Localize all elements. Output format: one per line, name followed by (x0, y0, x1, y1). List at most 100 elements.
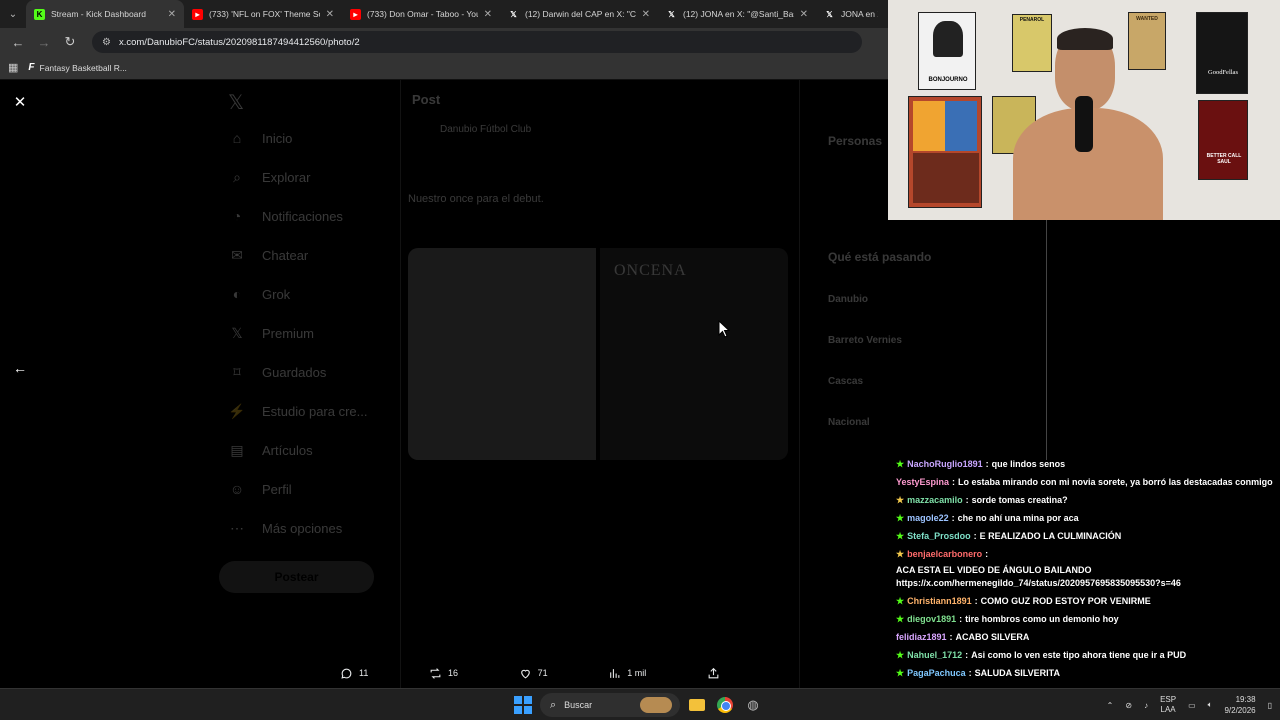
like-button[interactable]: 71 (519, 667, 548, 680)
close-icon[interactable]: ✕ (326, 9, 334, 20)
views-button[interactable]: 1 mil (608, 667, 646, 680)
chat-username[interactable]: magole22 (907, 512, 949, 525)
trend-item[interactable]: Barreto Vernies (828, 335, 902, 346)
chevron-up-icon[interactable]: ⌃ (1107, 701, 1114, 710)
site-info-icon[interactable]: ⚙ (102, 37, 111, 48)
chat-text: SALUDA SILVERITA (974, 668, 1060, 678)
tab-nfl-theme[interactable]: ▸ (733) 'NFL on FOX' Theme Song ✕ (184, 0, 342, 28)
volume-icon[interactable]: 🔈︎ (1208, 700, 1213, 710)
microphone-icon[interactable]: ♪ (1144, 701, 1148, 710)
trending-title: Qué está pasando (828, 250, 932, 264)
chat-message: ★ Stefa_Prosdoo: E REALIZADO LA CULMINACIÓ… (896, 530, 1276, 543)
trend-item[interactable]: Nacional (828, 417, 870, 428)
chat-username[interactable]: NachoRuglio1891 (907, 458, 983, 471)
tab-darwin-cap[interactable]: 𝕏 (12) Darwin del CAP en X: "Clar ✕ (500, 0, 658, 28)
bookmark-label: Fantasy Basketball R... (39, 62, 127, 73)
tab-search-button[interactable]: ⌄ (0, 0, 26, 28)
nav-estudio[interactable]: ⚡ Estudio para cre... (228, 403, 367, 420)
trend-item[interactable]: Danubio (828, 294, 868, 305)
previous-photo-button[interactable]: ← (12, 360, 28, 376)
app-button[interactable]: ◍ (742, 694, 764, 716)
reply-icon (341, 668, 352, 679)
forward-button[interactable]: → (34, 32, 54, 52)
bar-chart-icon (610, 668, 620, 678)
close-icon[interactable]: ✕ (642, 9, 650, 20)
nav-explorar[interactable]: ⌕ Explorar (228, 169, 310, 186)
tab-kick-dashboard[interactable]: K Stream - Kick Dashboard ✕ (26, 0, 184, 28)
chat-username[interactable]: Nahuel_1712 (907, 649, 962, 662)
post-button[interactable]: Postear (219, 561, 374, 593)
badge-star-icon: ★ (896, 513, 905, 523)
chat-username[interactable]: felidiaz1891 (896, 631, 947, 644)
close-icon[interactable]: ✕ (168, 9, 176, 20)
close-icon[interactable]: ✕ (484, 9, 492, 20)
share-button[interactable] (707, 667, 720, 680)
clock[interactable]: 19:38 9/2/2026 (1224, 694, 1255, 716)
mail-icon: ✉ (231, 247, 243, 263)
back-button[interactable]: ← (8, 32, 28, 52)
tab-jona-1[interactable]: 𝕏 (12) JONA en X: "@Santi_Bas_D ✕ (658, 0, 816, 28)
network-off-icon[interactable]: ⊘ (1125, 701, 1132, 710)
display-icon[interactable]: ▭ (1188, 701, 1196, 710)
chat-username[interactable]: diegov1891 (907, 613, 956, 626)
chat-username[interactable]: benjaelcarbonero (907, 548, 982, 561)
nav-grok[interactable]: ◐ Grok (228, 286, 290, 302)
media-photo-1[interactable] (408, 248, 596, 460)
chat-username[interactable]: mazzacamilo (907, 494, 963, 507)
notifications-icon[interactable]: ▯ (1268, 701, 1272, 710)
file-explorer-button[interactable] (686, 694, 708, 716)
taskbar-search[interactable]: ⌕ Buscar (540, 693, 680, 717)
nav-chatear[interactable]: ✉ Chatear (228, 247, 308, 264)
chat-username[interactable]: Christiann1891 (907, 595, 972, 608)
bookmark-fantasy-basketball[interactable]: F Fantasy Basketball R... (28, 62, 127, 73)
start-button[interactable] (512, 694, 534, 716)
grok-icon: ◐ (232, 286, 242, 302)
tab-jona-2[interactable]: 𝕏 JONA en X: "@ (816, 0, 886, 28)
x-logo-icon[interactable]: 𝕏 (228, 90, 244, 115)
chat-separator: : (949, 632, 953, 642)
tab-title: (733) Don Omar - Taboo - YouT (367, 9, 478, 19)
share-icon (708, 667, 719, 678)
media-photo-2[interactable]: ONCENA (600, 248, 788, 460)
chat-message: ★ benjaelcarbonero: ACA ESTA EL VIDEO DE Á… (896, 548, 1276, 590)
nav-mas-opciones[interactable]: ⋯ Más opciones (228, 520, 342, 537)
chrome-button[interactable] (714, 694, 736, 716)
reload-button[interactable]: ↻ (60, 32, 80, 52)
nav-premium[interactable]: 𝕏 Premium (228, 325, 314, 342)
nav-guardados[interactable]: ⌑ Guardados (228, 364, 326, 381)
nav-label: Notificaciones (262, 208, 343, 224)
nav-perfil[interactable]: ☺ Perfil (228, 481, 292, 497)
trend-item[interactable]: Cascas (828, 376, 863, 387)
side-title: Personas (828, 134, 883, 148)
poster-goodfellas: GoodFellas (1196, 12, 1248, 94)
nav-notificaciones[interactable]: ◔ Notificaciones (228, 208, 343, 224)
apps-grid-icon[interactable]: ▦ (8, 61, 18, 74)
address-bar[interactable]: ⚙ x.com/DanubioFC/status/202098118749441… (92, 31, 862, 53)
chat-divider (1046, 220, 1047, 460)
post-media[interactable]: ONCENA (408, 248, 788, 460)
nav-articulos[interactable]: ▤ Artículos (228, 442, 312, 459)
nav-inicio[interactable]: ⌂ Inicio (228, 130, 293, 146)
post-text: Nuestro once para el debut. (408, 193, 544, 205)
nav-label: Chatear (262, 248, 309, 263)
tab-don-omar[interactable]: ▸ (733) Don Omar - Taboo - YouT ✕ (342, 0, 500, 28)
poster-caption: WANTED (1136, 16, 1158, 22)
chat-username[interactable]: YestyEspina (896, 476, 949, 489)
chat-username[interactable]: Stefa_Prosdoo (907, 530, 971, 543)
kick-icon: K (34, 8, 45, 20)
close-lightbox-button[interactable]: ✕ (12, 94, 28, 111)
language-indicator[interactable]: ESP LAA (1160, 695, 1176, 715)
studio-icon: ⚡ (228, 403, 246, 419)
post-author[interactable]: Danubio Fútbol Club (440, 124, 531, 135)
x-icon: 𝕏 (826, 9, 833, 19)
clock-date: 9/2/2026 (1224, 706, 1256, 715)
article-icon: ▤ (230, 442, 244, 458)
chat-message: ★ NachoRuglio1891: que lindos senos (896, 458, 1276, 471)
close-icon[interactable]: ✕ (800, 9, 808, 20)
chat-separator: : (965, 495, 969, 505)
repost-button[interactable]: 16 (429, 667, 458, 680)
youtube-icon: ▸ (192, 8, 203, 20)
chat-username[interactable]: PagaPachuca (907, 667, 966, 680)
lightbox-action-bar: 11 16 71 1 mil (340, 663, 720, 683)
reply-button[interactable]: 11 (340, 667, 368, 680)
